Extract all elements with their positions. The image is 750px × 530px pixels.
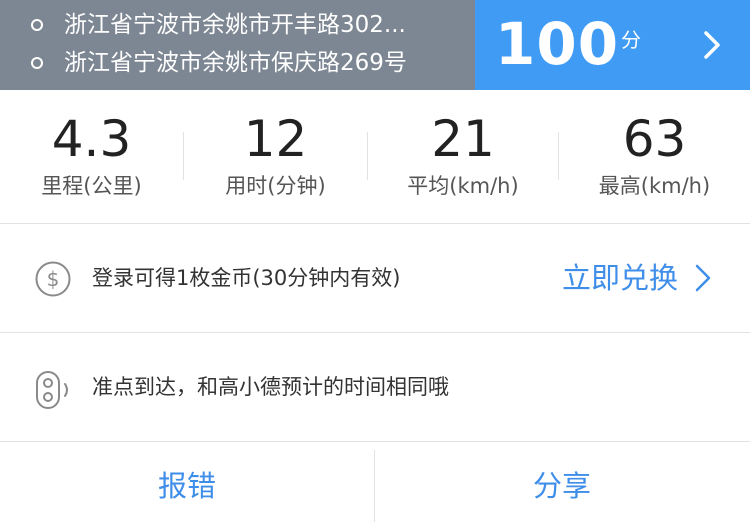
arrival-tip-text: 准点到达，和高小德预计的时间相同哦 — [92, 375, 449, 399]
stat-max-speed: 63 最高(km/h) — [559, 90, 750, 224]
destination-dot-icon — [31, 57, 43, 69]
chevron-right-icon — [695, 264, 711, 292]
score-value: 100 — [495, 10, 620, 78]
origin-dot-icon — [31, 19, 43, 31]
stat-distance: 4.3 里程(公里) — [0, 90, 183, 224]
share-button[interactable]: 分享 — [375, 442, 749, 530]
svg-text:$: $ — [47, 267, 60, 291]
arrival-tip-row: 准点到达，和高小德预计的时间相同哦 — [0, 333, 750, 442]
route-panel: 浙江省宁波市余姚市开丰路302... 浙江省宁波市余姚市保庆路269号 — [0, 0, 475, 90]
stat-distance-label: 里程(公里) — [41, 174, 142, 198]
stat-max-speed-label: 最高(km/h) — [598, 174, 711, 198]
stat-average-speed: 21 平均(km/h) — [368, 90, 558, 224]
stat-max-speed-value: 63 — [622, 110, 687, 168]
route-origin: 浙江省宁波市余姚市开丰路302... — [64, 12, 406, 38]
score-button[interactable]: 100 分 — [475, 0, 750, 90]
traffic-light-icon — [36, 371, 68, 409]
stat-duration-value: 12 — [243, 110, 308, 168]
stat-average-speed-label: 平均(km/h) — [407, 174, 519, 198]
report-error-button[interactable]: 报错 — [0, 442, 374, 530]
score-unit: 分 — [621, 28, 641, 52]
coin-reward-text: 登录可得1枚金币(30分钟内有效) — [92, 266, 401, 290]
stat-average-speed-value: 21 — [431, 110, 495, 168]
stat-duration: 12 用时(分钟) — [184, 90, 367, 224]
redeem-now-button[interactable]: 立即兑换 — [562, 256, 714, 300]
stat-distance-value: 4.3 — [51, 110, 132, 168]
stat-duration-label: 用时(分钟) — [225, 174, 326, 198]
chevron-right-icon — [704, 31, 720, 59]
route-destination: 浙江省宁波市余姚市保庆路269号 — [64, 50, 407, 76]
coin-reward-row: $ 登录可得1枚金币(30分钟内有效) 立即兑换 — [0, 224, 750, 333]
trip-header: 浙江省宁波市余姚市开丰路302... 浙江省宁波市余姚市保庆路269号 100 … — [0, 0, 750, 90]
trip-stats: 4.3 里程(公里) 12 用时(分钟) 21 平均(km/h) 63 最高(k… — [0, 90, 750, 224]
dollar-coin-icon: $ — [35, 261, 71, 297]
redeem-now-label: 立即兑换 — [561, 261, 678, 295]
bottom-actions: 报错 分享 — [0, 442, 750, 530]
